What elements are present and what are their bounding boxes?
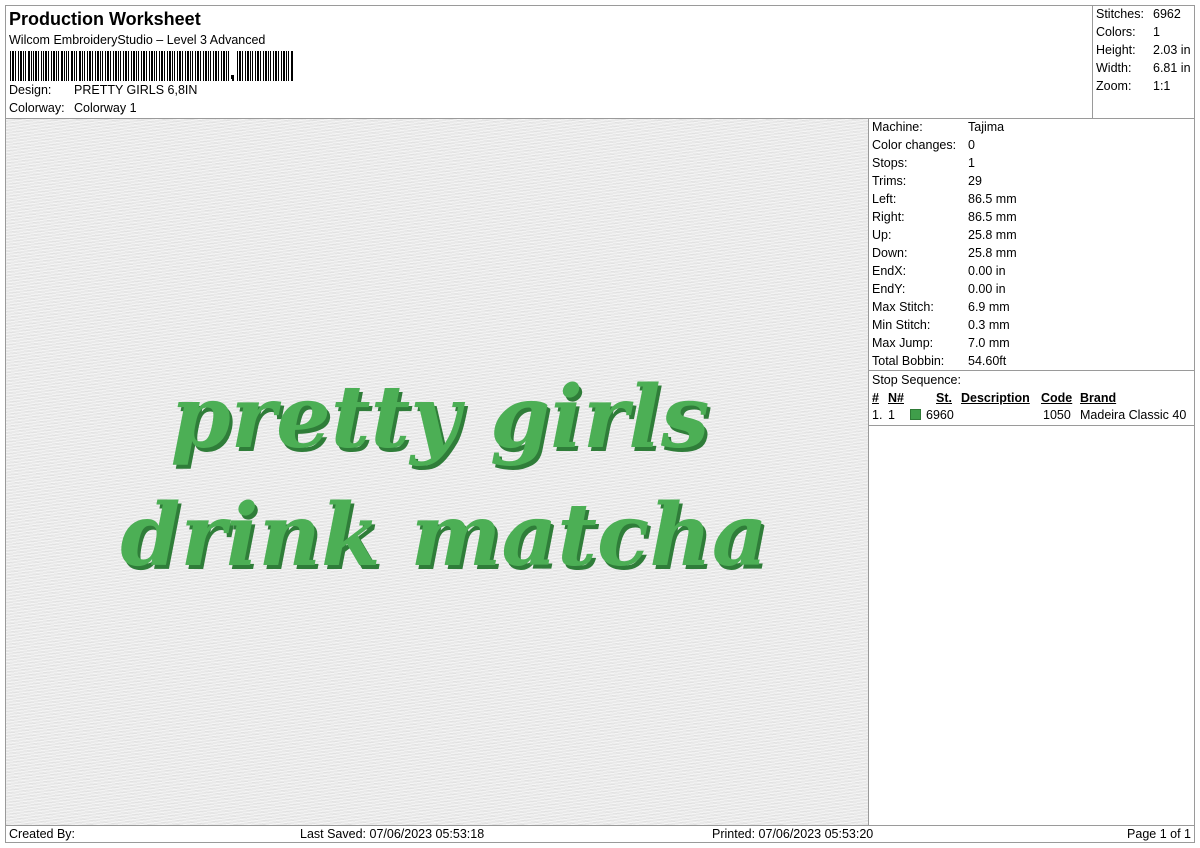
detail-value: 86.5 mm — [968, 210, 1017, 224]
detail-label: Up: — [872, 228, 892, 242]
stop-row-brand: Madeira Classic 40 — [1080, 408, 1187, 422]
col-header-description: Description — [961, 391, 1030, 405]
created-by: Created By: — [9, 827, 76, 841]
summary-height: Height: 2.03 in — [1096, 43, 1191, 57]
detail-value: 0.00 in — [968, 282, 1006, 296]
detail-row: EndX: 0.00 in — [872, 264, 1006, 278]
detail-row: Stops: 1 — [872, 156, 975, 170]
detail-row: Machine: Tajima — [872, 120, 1004, 134]
col-header-num: # — [872, 391, 879, 405]
detail-value: 7.0 mm — [968, 336, 1010, 350]
stop-sequence-title: Stop Sequence: — [872, 373, 961, 387]
summary-stitches: Stitches: 6962 — [1096, 7, 1181, 21]
detail-label: Machine: — [872, 120, 923, 134]
detail-label: Right: — [872, 210, 905, 224]
detail-value: 86.5 mm — [968, 192, 1017, 206]
last-saved: Last Saved: 07/06/2023 05:53:18 — [300, 827, 485, 841]
detail-value: 0.3 mm — [968, 318, 1010, 332]
design-row: Design: PRETTY GIRLS 6,8IN — [9, 83, 197, 97]
detail-value: 0 — [968, 138, 975, 152]
detail-value: 29 — [968, 174, 982, 188]
stop-row-stitches: 6960 — [926, 408, 954, 422]
stop-row-code: 1050 — [1043, 408, 1071, 422]
detail-label: EndX: — [872, 264, 907, 278]
colorway-row: Colorway: Colorway 1 — [9, 101, 137, 115]
detail-label: Left: — [872, 192, 897, 206]
detail-row: Trims: 29 — [872, 174, 982, 188]
footer-divider — [6, 825, 1194, 826]
worksheet-header: Production Worksheet Wilcom EmbroiderySt… — [6, 6, 1092, 118]
detail-value: 1 — [968, 156, 975, 170]
col-header-brand: Brand — [1080, 391, 1117, 405]
page-number: Page 1 of 1 — [1127, 827, 1191, 841]
thread-color-swatch — [910, 409, 921, 420]
detail-value: 6.9 mm — [968, 300, 1010, 314]
summary-panel: Stitches: 6962 Colors: 1 Height: 2.03 in Wi… — [1092, 6, 1196, 118]
detail-value: 25.8 mm — [968, 228, 1017, 242]
barcode — [10, 51, 293, 81]
detail-row: Max Stitch: 6.9 mm — [872, 300, 1010, 314]
embroidery-design: pretty girls pretty girls drink matcha d… — [120, 367, 770, 590]
detail-row: Left: 86.5 mm — [872, 192, 1017, 206]
detail-value: 0.00 in — [968, 264, 1006, 278]
design-line-1: pretty girls — [171, 367, 710, 468]
detail-label: Stops: — [872, 156, 908, 170]
detail-label: Color changes: — [872, 138, 957, 152]
printed-date: Printed: 07/06/2023 05:53:20 — [712, 827, 874, 841]
detail-label: Down: — [872, 246, 908, 260]
detail-value: Tajima — [968, 120, 1005, 134]
detail-row: Color changes: 0 — [872, 138, 975, 152]
detail-row: Min Stitch: 0.3 mm — [872, 318, 1010, 332]
detail-label: Max Stitch: — [872, 300, 934, 314]
stop-sequence-bottom-line — [869, 425, 1194, 426]
detail-label: Min Stitch: — [872, 318, 931, 332]
worksheet-sheet: Production Worksheet Wilcom EmbroiderySt… — [5, 5, 1195, 843]
summary-width: Width: 6.81 in — [1096, 61, 1191, 75]
software-name: Wilcom EmbroideryStudio – Level 3 Advanc… — [9, 33, 266, 47]
design-line-2: drink matcha — [120, 485, 767, 586]
detail-label: Trims: — [872, 174, 907, 188]
summary-zoom: Zoom: 1:1 — [1096, 79, 1171, 93]
colorway-name: Colorway 1 — [74, 101, 137, 115]
detail-row: Total Bobbin: 54.60ft — [872, 354, 1006, 368]
stop-sequence-divider — [869, 370, 1194, 371]
design-label: Design: — [9, 83, 52, 97]
detail-value: 54.60ft — [968, 354, 1007, 368]
stop-row-n: 1 — [888, 408, 895, 422]
detail-label: EndY: — [872, 282, 906, 296]
detail-value: 25.8 mm — [968, 246, 1017, 260]
design-preview: pretty girls pretty girls drink matcha d… — [6, 119, 868, 825]
detail-row: Down: 25.8 mm — [872, 246, 1017, 260]
preview-divider — [868, 119, 869, 825]
col-header-n: N# — [888, 391, 904, 405]
summary-colors: Colors: 1 — [1096, 25, 1160, 39]
col-header-code: Code — [1041, 391, 1073, 405]
design-name: PRETTY GIRLS 6,8IN — [74, 83, 198, 97]
stop-row-num: 1. — [872, 408, 883, 422]
detail-row: Up: 25.8 mm — [872, 228, 1017, 242]
detail-row: Right: 86.5 mm — [872, 210, 1017, 224]
detail-row: EndY: 0.00 in — [872, 282, 1006, 296]
detail-row: Max Jump: 7.0 mm — [872, 336, 1010, 350]
colorway-label: Colorway: — [9, 101, 65, 115]
page-title: Production Worksheet — [9, 9, 201, 29]
detail-label: Total Bobbin: — [872, 354, 945, 368]
detail-label: Max Jump: — [872, 336, 934, 350]
col-header-st: St. — [936, 391, 952, 405]
